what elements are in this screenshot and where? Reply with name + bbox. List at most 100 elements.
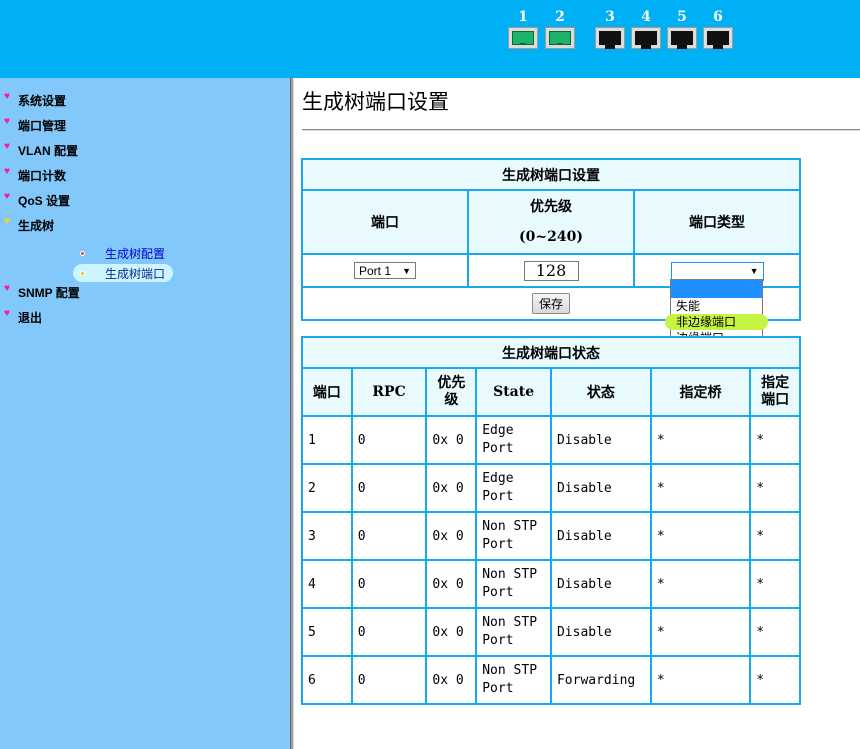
cell-port: 2 [301,463,353,513]
dropdown-option-disable[interactable]: 失能 [671,298,762,314]
stp-port-status-table: 生成树端口状态 端口 RPC 优先 级 State 状态 指定桥 指定 端口 1… [301,336,801,705]
status-header-port: 端口 [301,367,353,417]
table-row: 5 0 0x 0 Non STP Port Disable * * [301,607,801,657]
table-row: 6 0 0x 0 Non STP Port Forwarding * * [301,655,801,705]
cell-status: Disable [549,463,652,513]
sidebar-item-label: VLAN 配置 [18,143,79,158]
cell-port: 4 [301,559,353,609]
sidebar-subitem-stp-config[interactable]: 生成树配置 [73,244,173,262]
cell-rpc: 0 [350,559,428,609]
port-select-value: Port 1 [359,263,392,278]
cell-state-line2: Port [482,537,514,552]
cell-priority: 0x 0 [425,511,478,561]
port-3-number: 3 [605,9,615,25]
title-divider [302,129,860,131]
sidebar-divider[interactable] [290,78,294,749]
cell-bridge: * [649,559,752,609]
cell-rpc: 0 [350,463,428,513]
port-3-link-icon[interactable] [595,27,625,49]
cell-port: 1 [301,415,353,465]
config-header-priority-range: (0~240) [519,229,583,245]
status-header-status: 状态 [549,367,652,417]
sidebar-item-label: 生成树 [18,218,55,233]
port-type-select[interactable]: ▼ [670,261,764,281]
sidebar-item-label: QoS 设置 [18,193,71,208]
table-row: 1 0 0x 0 Edge Port Disable * * [301,415,801,465]
save-button[interactable]: 保存 [531,293,570,314]
sidebar-subitem-stp-port[interactable]: 生成树端口 [73,264,174,282]
cell-priority: 0x 0 [425,463,478,513]
priority-input[interactable]: 128 [523,260,579,281]
sidebar-item-vlan[interactable]: ♥ VLAN 配置 [4,141,78,159]
dropdown-option-non-edge[interactable]: 非边缘端口 [665,314,768,330]
cell-port: 3 [301,511,353,561]
cell-state: Edge Port [475,415,552,465]
port-2-link-icon[interactable] [545,27,575,49]
cell-bridge: * [649,463,752,513]
port-6-link-icon[interactable] [703,27,733,49]
sidebar-item-logout[interactable]: ♥ 退出 [4,308,42,326]
table-row: 3 0 0x 0 Non STP Port Disable * * [301,511,801,561]
status-header-priority-line1: 优先 [437,375,466,391]
config-header-port-type: 端口类型 [633,189,801,255]
cell-state: Non STP Port [475,511,552,561]
sidebar-item-port-management[interactable]: ♥ 端口管理 [4,116,66,134]
cell-state-line2: Port [482,633,514,648]
cell-status: Disable [549,607,652,657]
heart-icon: ♥ [4,191,10,202]
cell-state-line2: Port [482,585,514,600]
port-2-number: 2 [555,9,565,25]
port-1-link-icon[interactable] [508,27,538,49]
status-header-dport-line1: 指定 [761,375,790,391]
heart-icon: ♥ [4,141,10,152]
cell-status: Disable [549,559,652,609]
status-caption: 生成树端口状态 [301,336,801,369]
port-1-number: 1 [518,9,528,25]
sidebar-item-spanning-tree[interactable]: ♥ 生成树 [4,216,54,234]
cell-state-line1: Edge [482,471,514,486]
cell-bridge: * [649,607,752,657]
sidebar-item-system[interactable]: ♥ 系统设置 [4,91,66,109]
port-4-number: 4 [641,9,651,25]
dropdown-option-blank[interactable] [671,280,762,298]
sidebar-item-label: SNMP 配置 [18,285,80,300]
port-select[interactable]: Port 1 ▼ [354,262,416,279]
status-header-priority-line2: 级 [444,392,459,408]
sidebar-subitem-label: 生成树配置 [105,246,166,261]
cell-bridge: * [649,415,752,465]
cell-priority: 0x 0 [425,655,478,705]
port-6-number: 6 [713,9,723,25]
cell-rpc: 0 [350,607,428,657]
priority-input-cell: 128 [467,253,635,288]
config-header-priority-label: 优先级 [530,199,572,215]
sidebar-item-port-counters[interactable]: ♥ 端口计数 [4,166,66,184]
config-header-priority: 优先级 (0~240) [467,189,635,255]
cell-bridge: * [649,511,752,561]
status-header-designated-bridge: 指定桥 [649,367,752,417]
cell-rpc: 0 [350,415,428,465]
status-header-dport-line2: 端口 [761,392,790,408]
status-header-rpc: RPC [350,367,428,417]
sidebar-item-label: 端口管理 [18,118,67,133]
heart-icon: ♥ [4,166,10,177]
sidebar-item-label: 端口计数 [18,168,67,183]
cell-state-line2: Port [482,681,514,696]
bullet-icon [80,270,85,276]
port-4-link-icon[interactable] [631,27,661,49]
sidebar-item-snmp[interactable]: ♥ SNMP 配置 [4,283,80,301]
config-caption: 生成树端口设置 [301,158,801,191]
status-header-priority: 优先 级 [425,367,478,417]
status-header-designated-port: 指定 端口 [749,367,801,417]
config-header-port: 端口 [301,189,469,255]
sidebar-item-label: 退出 [18,310,43,325]
cell-state: Non STP Port [475,559,552,609]
port-5-link-icon[interactable] [667,27,697,49]
cell-status: Disable [549,511,652,561]
cell-dport: * [749,511,801,561]
sidebar-item-qos[interactable]: ♥ QoS 设置 [4,191,70,209]
page-title: 生成树端口设置 [302,90,449,114]
cell-rpc: 0 [350,511,428,561]
cell-state-line1: Non STP [482,567,538,582]
cell-state: Edge Port [475,463,552,513]
cell-state: Non STP Port [475,655,552,705]
